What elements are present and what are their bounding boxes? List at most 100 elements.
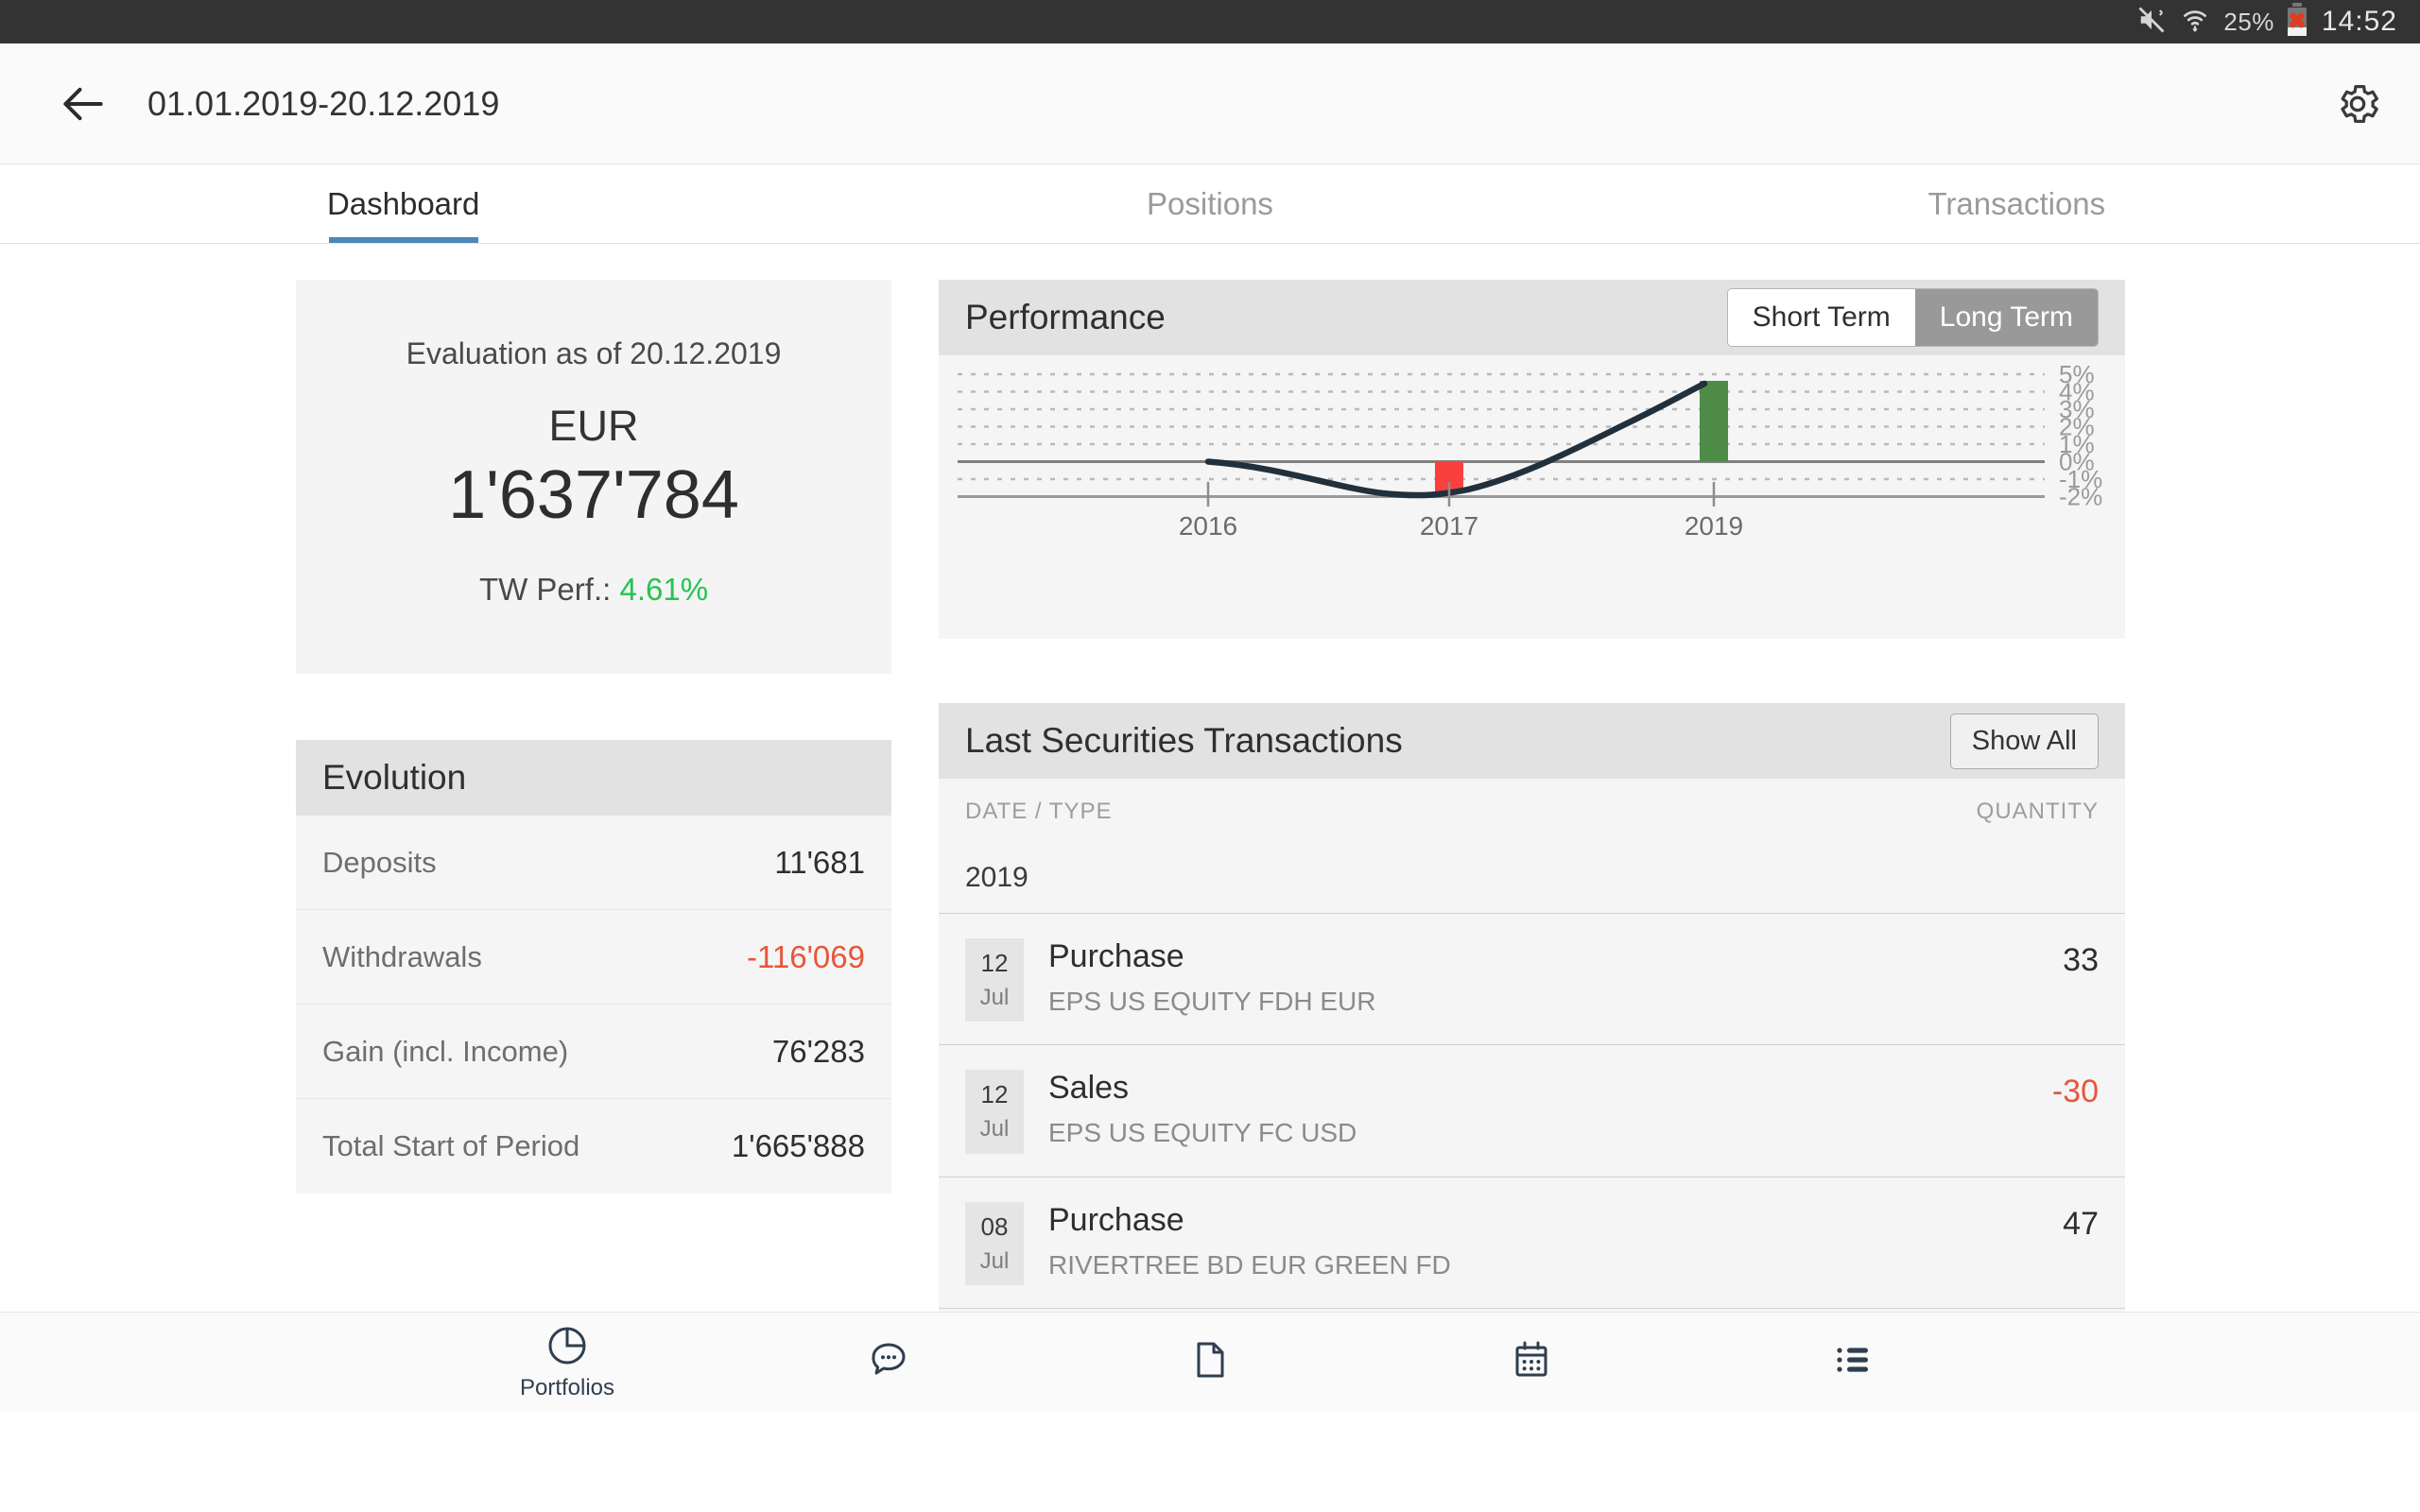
- left-column: Evaluation as of 20.12.2019 EUR 1'637'78…: [296, 280, 891, 1412]
- bar-2019: [1700, 381, 1728, 462]
- page-title: 01.01.2019-20.12.2019: [147, 83, 500, 123]
- calendar-icon: [1509, 1337, 1554, 1387]
- transaction-month: Jul: [979, 1116, 1010, 1143]
- pie-chart-icon: [544, 1323, 590, 1373]
- performance-card-header: Performance Short Term Long Term: [939, 280, 2125, 355]
- nav-item-list[interactable]: [1787, 1337, 1919, 1387]
- tab-bar: Dashboard Positions Transactions: [0, 164, 2420, 244]
- transaction-type: Purchase: [1048, 1201, 1184, 1238]
- transaction-date-box: 08 Jul: [965, 1201, 1024, 1286]
- dashboard-page: Evaluation as of 20.12.2019 EUR 1'637'78…: [0, 244, 2420, 1412]
- battery-percent-label: 25%: [2223, 7, 2274, 36]
- transactions-year-group: 2019: [939, 845, 2125, 914]
- right-column: Performance Short Term Long Term 5% 4% 3…: [939, 280, 2125, 1412]
- show-all-button[interactable]: Show All: [1949, 713, 2099, 769]
- transaction-day: 08: [980, 1211, 1009, 1241]
- evolution-value: 11'681: [774, 844, 865, 880]
- back-arrow-icon[interactable]: [57, 77, 110, 130]
- wifi-icon: [2180, 6, 2210, 39]
- long-term-button[interactable]: Long Term: [1914, 288, 2098, 347]
- status-icon-group: 25% ✖: [2136, 3, 2307, 39]
- evolution-label: Gain (incl. Income): [322, 1034, 569, 1068]
- chat-bubble-icon: [866, 1337, 911, 1387]
- tab-positions[interactable]: Positions: [806, 164, 1613, 243]
- transaction-type: Purchase: [1048, 938, 1184, 974]
- evolution-row-gain: Gain (incl. Income) 76'283: [296, 1005, 891, 1099]
- transaction-type: Sales: [1048, 1070, 1130, 1107]
- evolution-card: Evolution Deposits 11'681 Withdrawals -1…: [296, 740, 891, 1194]
- status-clock: 14:52: [2321, 6, 2397, 37]
- transaction-day: 12: [980, 949, 1009, 977]
- evolution-label: Withdrawals: [322, 939, 482, 973]
- battery-error-icon: ✖: [2287, 3, 2307, 36]
- performance-card: Performance Short Term Long Term 5% 4% 3…: [939, 280, 2125, 639]
- evolution-label: Total Start of Period: [322, 1129, 580, 1162]
- performance-chart: 5% 4% 3% 2% 1% 0% -1% -2% 2016 2017 2019: [939, 355, 2125, 639]
- tab-transactions[interactable]: Transactions: [1614, 164, 2420, 243]
- evaluation-currency: EUR: [548, 402, 639, 450]
- transactions-card: Last Securities Transactions Show All DA…: [939, 703, 2125, 1412]
- short-term-button[interactable]: Short Term: [1727, 288, 1915, 347]
- dashboard-columns: Evaluation as of 20.12.2019 EUR 1'637'78…: [0, 244, 2420, 1412]
- transaction-date-box: 12 Jul: [965, 1070, 1024, 1154]
- xtick-label-2016: 2016: [1179, 511, 1237, 541]
- transaction-main: Sales EPS US EQUITY FC USD: [1048, 1070, 2028, 1148]
- evolution-title: Evolution: [322, 758, 467, 797]
- nav-item-documents[interactable]: [1144, 1337, 1276, 1387]
- evolution-label: Deposits: [322, 845, 437, 879]
- transaction-month: Jul: [979, 1247, 1010, 1274]
- transaction-main: Purchase EPS US EQUITY FDH EUR: [1048, 938, 2038, 1017]
- transaction-description: EPS US EQUITY FC USD: [1048, 1118, 1357, 1148]
- app-bar: 01.01.2019-20.12.2019: [0, 43, 2420, 164]
- evolution-card-header: Evolution: [296, 740, 891, 816]
- tw-perf-label: TW Perf.:: [478, 572, 612, 607]
- term-segmented-control: Short Term Long Term: [1726, 287, 2099, 348]
- evolution-value: 1'665'888: [731, 1128, 865, 1163]
- table-row[interactable]: 12 Jul Sales EPS US EQUITY FC USD -30: [939, 1045, 2125, 1177]
- transaction-main: Purchase RIVERTREE BD EUR GREEN FD: [1048, 1202, 2038, 1280]
- transaction-quantity: 33: [2063, 942, 2099, 978]
- table-row[interactable]: 08 Jul Purchase RIVERTREE BD EUR GREEN F…: [939, 1177, 2125, 1310]
- tab-transactions-label: Transactions: [1927, 185, 2106, 221]
- document-icon: [1187, 1337, 1233, 1387]
- tab-dashboard-label: Dashboard: [326, 185, 480, 221]
- evaluation-date-label: Evaluation as of 20.12.2019: [406, 336, 782, 370]
- evolution-row-deposits: Deposits 11'681: [296, 816, 891, 910]
- gear-icon[interactable]: [2333, 79, 2382, 129]
- nav-item-portfolios-label: Portfolios: [519, 1375, 615, 1400]
- performance-title: Performance: [965, 298, 1166, 336]
- transactions-column-headers: DATE / TYPE QUANTITY: [939, 779, 2125, 845]
- evolution-row-withdrawals: Withdrawals -116'069: [296, 910, 891, 1005]
- transactions-title: Last Securities Transactions: [965, 721, 1403, 760]
- transaction-quantity: 47: [2063, 1205, 2099, 1242]
- evaluation-card: Evaluation as of 20.12.2019 EUR 1'637'78…: [296, 280, 891, 674]
- evaluation-amount: 1'637'784: [448, 457, 739, 533]
- table-row[interactable]: 12 Jul Purchase EPS US EQUITY FDH EUR 33: [939, 914, 2125, 1046]
- transaction-date-box: 12 Jul: [965, 938, 1024, 1022]
- tab-positions-label: Positions: [1147, 185, 1273, 221]
- evolution-value: 76'283: [771, 1033, 865, 1069]
- evolution-value: -116'069: [747, 938, 865, 974]
- xtick-label-2017: 2017: [1420, 511, 1478, 541]
- transaction-day: 12: [980, 1080, 1009, 1109]
- list-icon: [1830, 1337, 1876, 1387]
- ytick-label-neg2: -2%: [2059, 483, 2102, 511]
- evaluation-performance: TW Perf.: 4.61%: [315, 572, 873, 608]
- tw-perf-value: 4.61%: [619, 572, 709, 607]
- transactions-card-header: Last Securities Transactions Show All: [939, 703, 2125, 779]
- column-header-date-type: DATE / TYPE: [965, 799, 1113, 824]
- transaction-month: Jul: [979, 984, 1010, 1010]
- bottom-navigation: Portfolios: [0, 1312, 2420, 1412]
- performance-chart-svg: 5% 4% 3% 2% 1% 0% -1% -2% 2016 2017 2019: [958, 360, 2102, 541]
- evolution-row-total-start: Total Start of Period 1'665'888: [296, 1099, 891, 1194]
- nav-item-portfolios[interactable]: Portfolios: [501, 1323, 633, 1401]
- nav-item-calendar[interactable]: [1465, 1337, 1598, 1387]
- transaction-quantity: -30: [2051, 1074, 2099, 1110]
- status-bar: 25% ✖ 14:52: [0, 0, 2420, 43]
- column-header-quantity: QUANTITY: [1976, 799, 2099, 824]
- transaction-description: EPS US EQUITY FDH EUR: [1048, 987, 1376, 1016]
- xtick-label-2019: 2019: [1685, 511, 1743, 541]
- transaction-description: RIVERTREE BD EUR GREEN FD: [1048, 1249, 1451, 1280]
- tab-dashboard[interactable]: Dashboard: [0, 164, 806, 243]
- nav-item-messages[interactable]: [822, 1337, 955, 1387]
